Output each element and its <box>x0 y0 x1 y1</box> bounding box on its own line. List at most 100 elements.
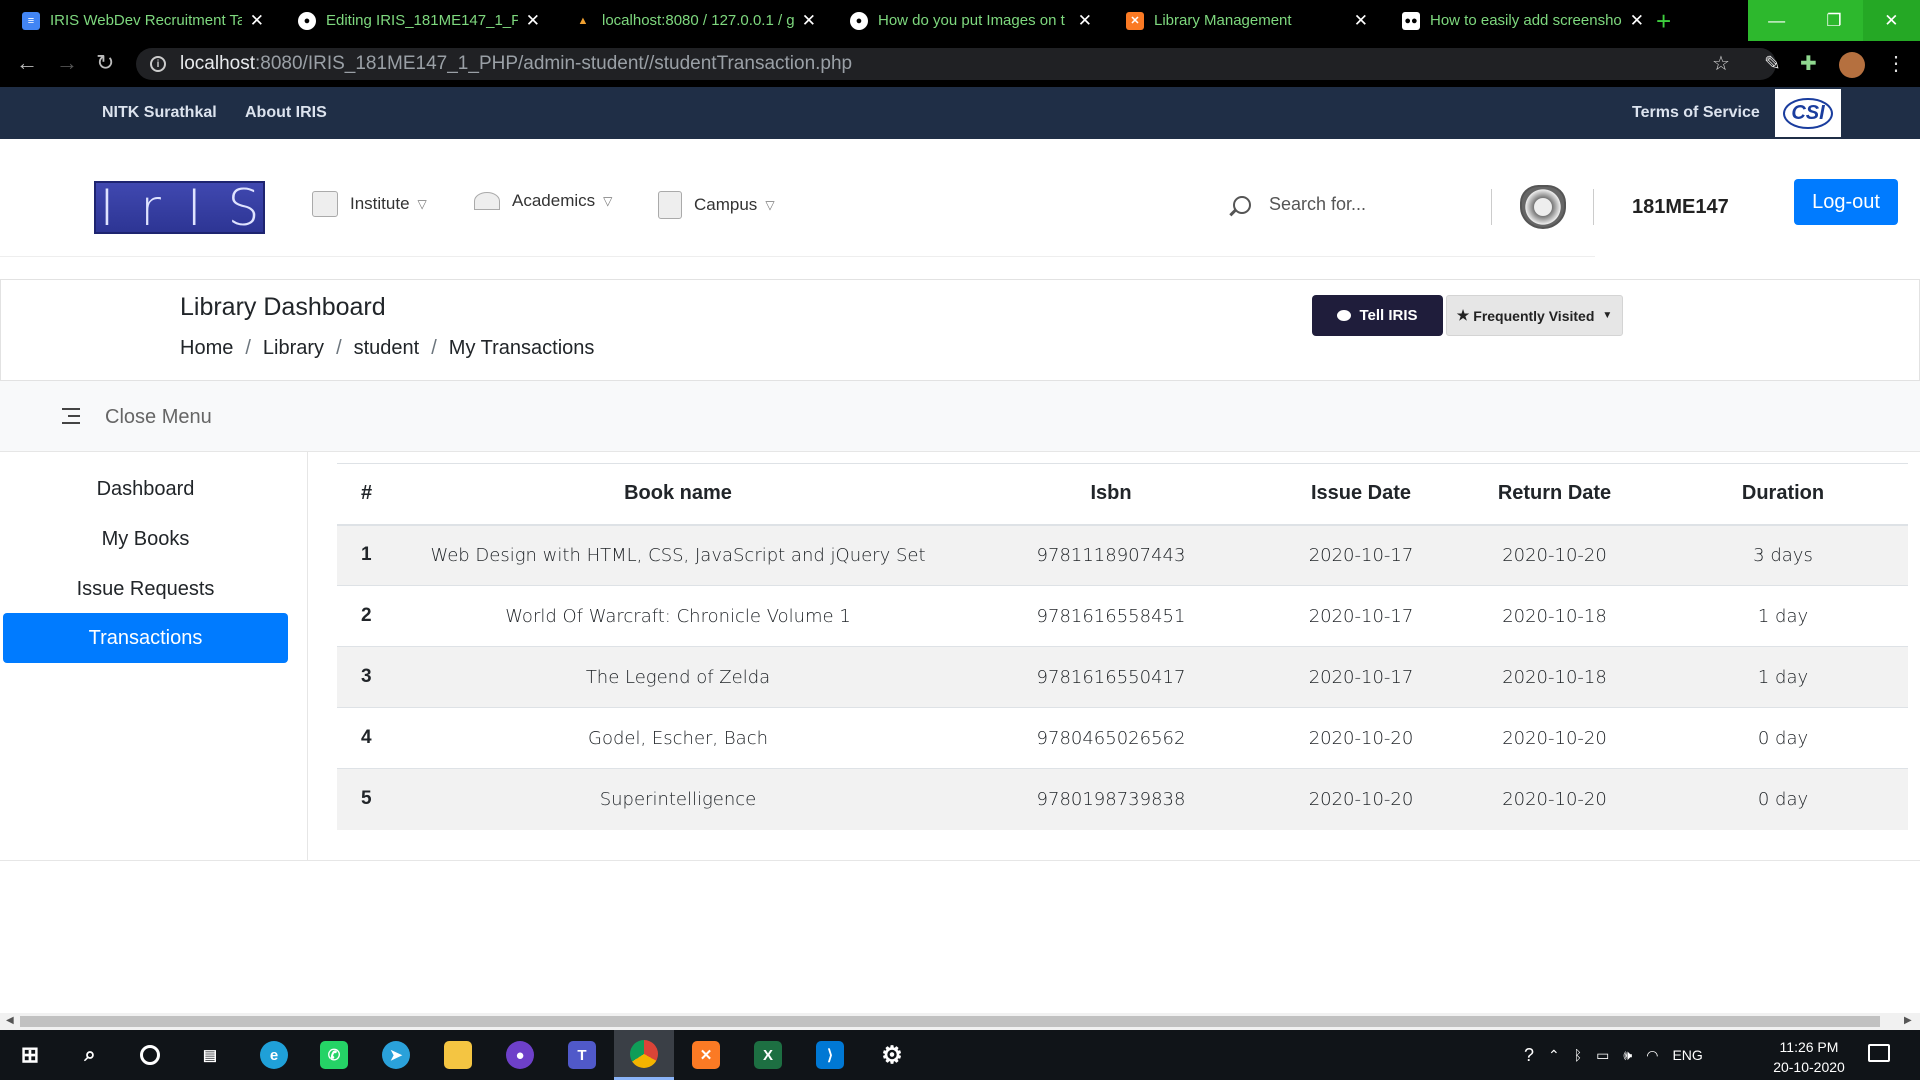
sidebar-item-issue-requests[interactable]: Issue Requests <box>3 564 288 614</box>
scroll-left-arrow-icon[interactable]: ◀ <box>6 1015 14 1026</box>
sidebar-item-dashboard[interactable]: Dashboard <box>3 464 288 514</box>
taskbar-telegram[interactable]: ➤ <box>366 1030 426 1080</box>
browser-tab-2[interactable]: ● Editing IRIS_181ME147_1_PH ✕ <box>276 0 552 41</box>
browser-tab-6[interactable]: ●● How to easily add screensho ✕ <box>1380 0 1656 41</box>
tab-title: How do you put Images on t <box>878 12 1065 29</box>
menu-toggle-bar: Close Menu <box>0 381 1920 452</box>
profile-avatar[interactable] <box>1839 52 1865 78</box>
file-explorer-icon <box>444 1041 472 1069</box>
close-tab-icon[interactable]: ✕ <box>526 11 540 31</box>
search-box[interactable] <box>1233 194 1469 215</box>
browser-tab-1[interactable]: ≡ IRIS WebDev Recruitment Ta ✕ <box>0 0 276 41</box>
close-menu-button[interactable]: Close Menu <box>105 406 212 429</box>
close-tab-icon[interactable]: ✕ <box>1630 11 1644 31</box>
cell-issue-date: 2020-10-17 <box>1271 524 1451 586</box>
taskbar-chrome[interactable] <box>614 1030 674 1080</box>
cell-book-name: The Legend of Zelda <box>405 646 951 708</box>
taskbar-file-explorer[interactable] <box>428 1030 488 1080</box>
start-button[interactable]: ⊞ <box>0 1030 60 1080</box>
logout-button[interactable]: Log-out <box>1794 179 1898 225</box>
bluetooth-icon[interactable]: ᛒ <box>1574 1047 1582 1063</box>
hamburger-icon[interactable] <box>62 408 80 424</box>
nitk-surathkal-link[interactable]: NITK Surathkal <box>102 104 217 122</box>
new-tab-button[interactable]: + <box>1656 6 1671 37</box>
github-icon: ● <box>850 11 868 30</box>
breadcrumb-separator: / <box>336 337 342 359</box>
divider <box>1491 189 1492 225</box>
system-clock[interactable]: 11:26 PM 20-10-2020 <box>1764 1037 1854 1077</box>
more-menu-icon[interactable]: ⋮ <box>1886 51 1906 76</box>
tell-iris-button[interactable]: Tell IRIS <box>1312 295 1443 336</box>
taskbar-xampp[interactable]: ✕ <box>676 1030 736 1080</box>
close-window-button[interactable]: ✕ <box>1862 0 1920 41</box>
site-info-icon[interactable]: i <box>150 56 166 72</box>
wifi-icon[interactable]: ◠ <box>1646 1047 1658 1064</box>
close-tab-icon[interactable]: ✕ <box>250 11 264 31</box>
window-controls: — ❐ ✕ <box>1748 0 1920 41</box>
institute-menu[interactable]: Institute ▽ <box>312 191 427 217</box>
close-tab-icon[interactable]: ✕ <box>802 11 816 31</box>
show-hidden-icons-chevron-up-icon[interactable]: ⌃ <box>1548 1047 1560 1064</box>
language-indicator[interactable]: ENG <box>1672 1047 1702 1063</box>
breadcrumb-student[interactable]: student <box>354 337 420 360</box>
taskbar-teams[interactable]: T <box>552 1030 612 1080</box>
browser-tab-4[interactable]: ● How do you put Images on t ✕ <box>828 0 1104 41</box>
cortana-button[interactable] <box>120 1030 180 1080</box>
cell-return-date: 2020-10-20 <box>1451 524 1658 586</box>
academics-menu[interactable]: Academics ▽ <box>474 191 612 211</box>
column-header-issue-date: Issue Date <box>1271 463 1451 526</box>
browser-tab-5[interactable]: ✕ Library Management ✕ <box>1104 0 1380 41</box>
sidebar-item-my-books[interactable]: My Books <box>3 514 288 564</box>
campus-menu[interactable]: Campus ▽ <box>658 191 775 219</box>
sidebar-item-transactions[interactable]: Transactions <box>3 613 288 663</box>
close-tab-icon[interactable]: ✕ <box>1354 11 1368 31</box>
extensions-puzzle-icon[interactable]: ✚ <box>1800 51 1817 76</box>
search-input[interactable] <box>1269 194 1469 215</box>
scroll-right-arrow-icon[interactable]: ▶ <box>1904 1015 1912 1026</box>
frequently-visited-dropdown[interactable]: ★ Frequently Visited ▼ <box>1446 295 1623 336</box>
maximize-button[interactable]: ❐ <box>1805 0 1862 41</box>
reload-icon[interactable]: ↻ <box>96 50 114 76</box>
taskbar-settings[interactable]: ⚙ <box>862 1030 922 1080</box>
close-tab-icon[interactable]: ✕ <box>1078 11 1092 31</box>
browser-tab-3[interactable]: ▲ localhost:8080 / 127.0.0.1 / g ✕ <box>552 0 828 41</box>
url-text[interactable]: localhost:8080/IRIS_181ME147_1_PHP/admin… <box>180 53 852 75</box>
bookmark-star-icon[interactable]: ☆ <box>1712 51 1730 76</box>
taskbar-excel[interactable]: X <box>738 1030 798 1080</box>
search-icon: ⌕ <box>84 1043 96 1066</box>
tab-title: localhost:8080 / 127.0.0.1 / g <box>602 12 794 29</box>
battery-icon[interactable]: ▭ <box>1596 1047 1609 1064</box>
forward-arrow-icon[interactable]: → <box>56 50 78 76</box>
notifications-icon[interactable] <box>1868 1044 1890 1062</box>
iris-top-navbar: NITK Surathkal About IRIS Terms of Servi… <box>0 87 1920 139</box>
iris-logo[interactable]: IrIS <box>94 179 265 237</box>
column-header-book-name: Book name <box>405 463 951 526</box>
column-header-isbn: Isbn <box>951 463 1271 526</box>
taskbar-whatsapp[interactable]: ✆ <box>304 1030 364 1080</box>
breadcrumb-home[interactable]: Home <box>180 337 233 360</box>
xampp-icon: ✕ <box>1126 11 1144 30</box>
cell-issue-date: 2020-10-20 <box>1271 768 1451 830</box>
taskbar-search-button[interactable]: ⌕ <box>60 1030 120 1080</box>
pen-extension-icon[interactable]: ✎ <box>1764 51 1781 76</box>
breadcrumb-library[interactable]: Library <box>263 337 324 360</box>
volume-icon[interactable]: 🕪 <box>1623 1047 1632 1064</box>
scrollbar-thumb[interactable] <box>20 1016 1880 1027</box>
minimize-button[interactable]: — <box>1748 0 1805 41</box>
system-tray: ? ⌃ ᛒ ▭ 🕪 ◠ ENG <box>1524 1030 1717 1080</box>
taskbar-github-desktop[interactable]: ● <box>490 1030 550 1080</box>
cell-book-name: Superintelligence <box>405 768 951 830</box>
horizontal-scrollbar[interactable]: ◀ ▶ <box>0 1013 1920 1030</box>
table-row: 1 Web Design with HTML, CSS, JavaScript … <box>337 524 1908 586</box>
back-arrow-icon[interactable]: ← <box>16 50 38 76</box>
cell-number: 3 <box>337 646 405 708</box>
cortana-icon <box>140 1045 160 1065</box>
address-bar[interactable]: i localhost:8080/IRIS_181ME147_1_PHP/adm… <box>136 48 1776 80</box>
task-view-button[interactable]: ▤ <box>180 1030 240 1080</box>
about-iris-link[interactable]: About IRIS <box>245 104 327 122</box>
chrome-icon <box>630 1039 658 1068</box>
help-icon[interactable]: ? <box>1524 1045 1534 1066</box>
taskbar-edge[interactable]: e <box>244 1030 304 1080</box>
terms-of-service-link[interactable]: Terms of Service <box>1632 104 1760 122</box>
taskbar-vscode[interactable]: ⟩ <box>800 1030 860 1080</box>
